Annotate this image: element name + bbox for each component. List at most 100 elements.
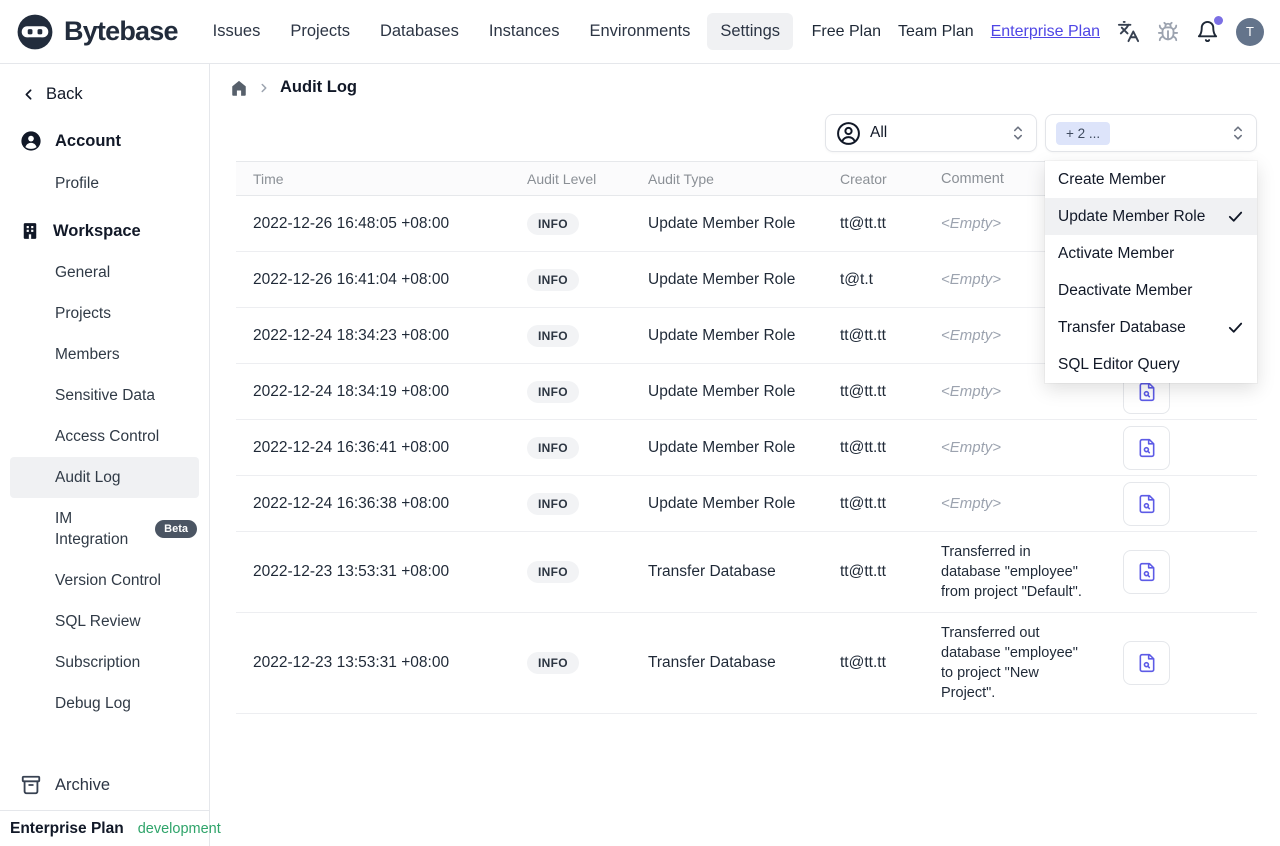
- row-audit-level: INFO: [527, 561, 648, 583]
- nav-link[interactable]: Projects: [277, 13, 363, 50]
- row-actions: [1107, 641, 1257, 685]
- sidebar-item[interactable]: Sensitive Data: [0, 375, 209, 416]
- view-detail-button[interactable]: [1123, 550, 1170, 594]
- view-detail-button[interactable]: [1123, 641, 1170, 685]
- creator-filter-select[interactable]: All: [825, 114, 1037, 152]
- level-badge: INFO: [527, 436, 579, 459]
- view-detail-button[interactable]: [1123, 481, 1170, 526]
- audit-type-filter-select[interactable]: + 2 ...: [1045, 114, 1257, 152]
- nav-links: Issues Projects Databases Instances Environm…: [200, 13, 793, 50]
- bug-icon[interactable]: [1157, 21, 1179, 43]
- table-row: 2022-12-23 13:53:31 +08:00 INFO Transfer…: [236, 532, 1257, 613]
- user-circle-icon: [21, 131, 41, 151]
- audit-type-option[interactable]: Activate Member: [1045, 235, 1257, 272]
- row-audit-type: Transfer Database: [648, 563, 776, 580]
- sidebar-item-label: Access Control: [55, 428, 160, 445]
- sidebar-account-items: Profile: [0, 163, 209, 204]
- audit-type-option-label: Update Member Role: [1058, 207, 1206, 225]
- row-time: 2022-12-26 16:41:04 +08:00: [253, 270, 450, 288]
- user-circle-icon: [837, 121, 860, 145]
- sidebar-item[interactable]: Subscription: [0, 642, 209, 683]
- table-row: 2022-12-24 16:36:41 +08:00 INFO Update M…: [236, 420, 1257, 476]
- sidebar-item-label: Audit Log: [55, 469, 121, 486]
- sidebar-section-account: Account: [0, 119, 209, 163]
- check-icon: [1228, 211, 1243, 222]
- sidebar-item[interactable]: Access Control: [0, 416, 209, 457]
- column-header-audit-level: Audit Level: [527, 170, 597, 187]
- sidebar-item[interactable]: Members: [0, 334, 209, 375]
- nav-link[interactable]: Settings: [707, 13, 793, 50]
- current-plan-label: Enterprise Plan: [10, 819, 124, 837]
- row-actions: [1107, 425, 1257, 470]
- row-audit-type: Update Member Role: [648, 270, 796, 288]
- sidebar-item[interactable]: Debug Log: [0, 683, 209, 724]
- row-comment: Transferred out database "employee" to p…: [941, 625, 1078, 701]
- environment-label: development: [137, 820, 221, 837]
- sidebar-item-label: Sensitive Data: [55, 387, 155, 404]
- audit-type-option-label: SQL Editor Query: [1058, 355, 1180, 373]
- sidebar-item[interactable]: IM Integration Beta: [0, 498, 209, 560]
- nav-link[interactable]: Instances: [476, 13, 573, 50]
- top-navigation: Bytebase Issues Projects Databases Instance…: [0, 0, 1280, 64]
- level-badge: INFO: [527, 652, 579, 674]
- select-chevrons-icon: [1010, 124, 1026, 142]
- sidebar-item[interactable]: Audit Log: [10, 457, 199, 498]
- sidebar-item-label: IM Integration: [55, 510, 129, 548]
- row-audit-level: INFO: [527, 380, 648, 403]
- home-icon[interactable]: [230, 79, 248, 97]
- sidebar-item-label: Members: [55, 346, 120, 363]
- back-button[interactable]: Back: [0, 76, 209, 113]
- sidebar-item-label: Version Control: [55, 572, 161, 589]
- audit-type-option[interactable]: SQL Editor Query: [1045, 346, 1257, 383]
- column-header-creator: Creator: [840, 170, 887, 187]
- row-audit-type: Update Member Role: [648, 494, 796, 512]
- archive-label: Archive: [55, 775, 111, 794]
- row-audit-level: INFO: [527, 212, 648, 235]
- nav-link[interactable]: Issues: [200, 13, 274, 50]
- translate-icon[interactable]: [1117, 20, 1140, 43]
- main-content: Audit Log All + 2 ... Create Member Upda…: [210, 64, 1280, 846]
- row-actions: [1107, 481, 1257, 526]
- audit-type-option-label: Deactivate Member: [1058, 281, 1193, 299]
- sidebar-item[interactable]: SQL Review: [0, 601, 209, 642]
- view-detail-button[interactable]: [1123, 425, 1170, 470]
- audit-type-option[interactable]: Update Member Role: [1045, 198, 1257, 235]
- archive-button[interactable]: Archive: [0, 762, 209, 810]
- bell-icon[interactable]: [1196, 16, 1223, 43]
- audit-type-option[interactable]: Create Member: [1045, 161, 1257, 198]
- chevron-left-icon: [25, 89, 32, 100]
- sidebar-section-workspace: Workspace: [0, 210, 209, 252]
- row-time: 2022-12-24 18:34:19 +08:00: [253, 382, 450, 400]
- sidebar-item[interactable]: Profile: [0, 163, 209, 204]
- settings-sidebar: Back Account Profile Workspace General P…: [0, 64, 221, 846]
- row-creator: tt@tt.tt: [840, 382, 886, 400]
- audit-type-option[interactable]: Transfer Database: [1045, 309, 1257, 346]
- plan-link[interactable]: Free Plan: [812, 23, 881, 41]
- table-row: 2022-12-24 16:36:38 +08:00 INFO Update M…: [236, 476, 1257, 532]
- nav-link[interactable]: Environments: [576, 13, 703, 50]
- level-badge: INFO: [527, 268, 579, 291]
- plan-link[interactable]: Team Plan: [898, 23, 974, 41]
- row-audit-type: Update Member Role: [648, 438, 796, 456]
- page-title: Audit Log: [280, 78, 357, 96]
- row-audit-level: INFO: [527, 652, 648, 674]
- breadcrumb: Audit Log: [210, 64, 1280, 105]
- file-search-icon: [1139, 494, 1154, 513]
- plan-link[interactable]: Enterprise Plan: [991, 23, 1100, 41]
- nav-link[interactable]: Databases: [367, 13, 472, 50]
- avatar[interactable]: T: [1236, 17, 1264, 46]
- bytebase-logo-icon: [17, 14, 53, 49]
- row-comment: <Empty>: [941, 438, 1002, 456]
- audit-type-option[interactable]: Deactivate Member: [1045, 272, 1257, 309]
- sidebar-item[interactable]: Version Control: [0, 560, 209, 601]
- level-badge: INFO: [527, 212, 579, 235]
- row-creator: tt@tt.tt: [840, 654, 886, 671]
- row-actions: [1107, 550, 1257, 594]
- building-icon: [23, 223, 37, 239]
- app-shell: Back Account Profile Workspace General P…: [0, 64, 1280, 846]
- bytebase-logo[interactable]: Bytebase: [16, 13, 178, 51]
- table-row: 2022-12-23 13:53:31 +08:00 INFO Transfer…: [236, 613, 1257, 714]
- account-section-title: Account: [55, 131, 121, 150]
- sidebar-item[interactable]: Projects: [0, 293, 209, 334]
- sidebar-item[interactable]: General: [0, 252, 209, 293]
